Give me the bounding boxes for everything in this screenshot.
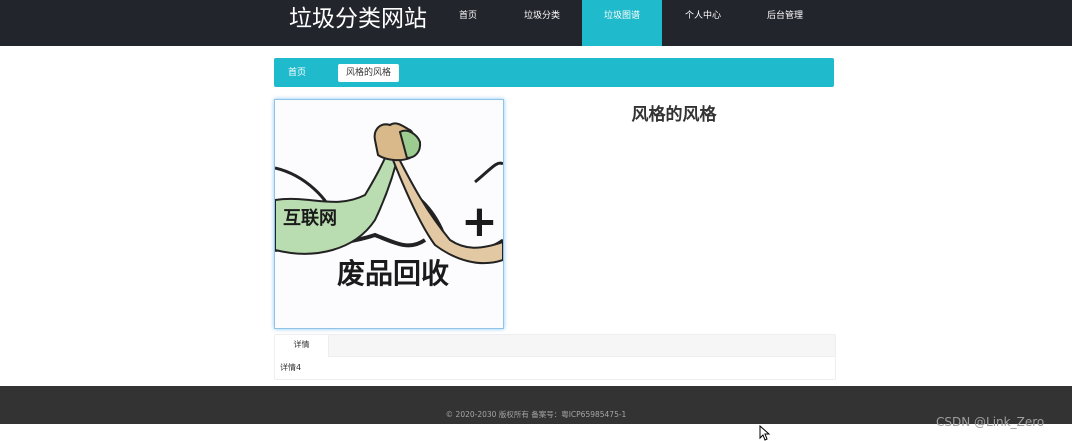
nav-item-personal-center[interactable]: 个人中心	[672, 0, 734, 46]
item-image: 互联网 + 废品回收	[274, 99, 504, 329]
nav-item-home[interactable]: 首页	[446, 0, 490, 46]
footer: © 2020-2030 版权所有 备案号：粤ICP65985475-1	[0, 386, 1072, 424]
breadcrumb-current: 风格的风格	[338, 64, 400, 82]
breadcrumb: 首页 风格的风格	[274, 58, 834, 87]
nav-item-garbage-atlas[interactable]: 垃圾图谱	[582, 0, 662, 46]
top-nav-bar: 垃圾分类网站 首页 垃圾分类 垃圾图谱 个人中心 后台管理	[0, 0, 1072, 46]
copyright-text: © 2020-2030 版权所有 备案号：粤ICP65985475-1	[445, 410, 627, 419]
tab-content: 详情4	[280, 363, 302, 372]
arm-wrestling-illustration: 互联网 + 废品回收	[275, 122, 503, 290]
nav-item-admin[interactable]: 后台管理	[752, 0, 818, 46]
breadcrumb-home-link[interactable]: 首页	[288, 58, 306, 89]
detail-tabs: 详情 详情4	[274, 334, 836, 380]
image-text-recycling: 废品回收	[337, 257, 449, 290]
image-text-plus: +	[461, 196, 498, 247]
item-title: 风格的风格	[631, 105, 717, 125]
tab-details[interactable]: 详情	[275, 335, 329, 357]
nav-item-garbage-classification[interactable]: 垃圾分类	[512, 0, 572, 46]
tabs-header	[275, 335, 835, 357]
site-title[interactable]: 垃圾分类网站	[289, 2, 427, 36]
mouse-cursor-icon	[759, 425, 771, 441]
image-text-internet: 互联网	[283, 208, 337, 229]
csdn-watermark: CSDN @Link_Zero	[936, 415, 1045, 429]
